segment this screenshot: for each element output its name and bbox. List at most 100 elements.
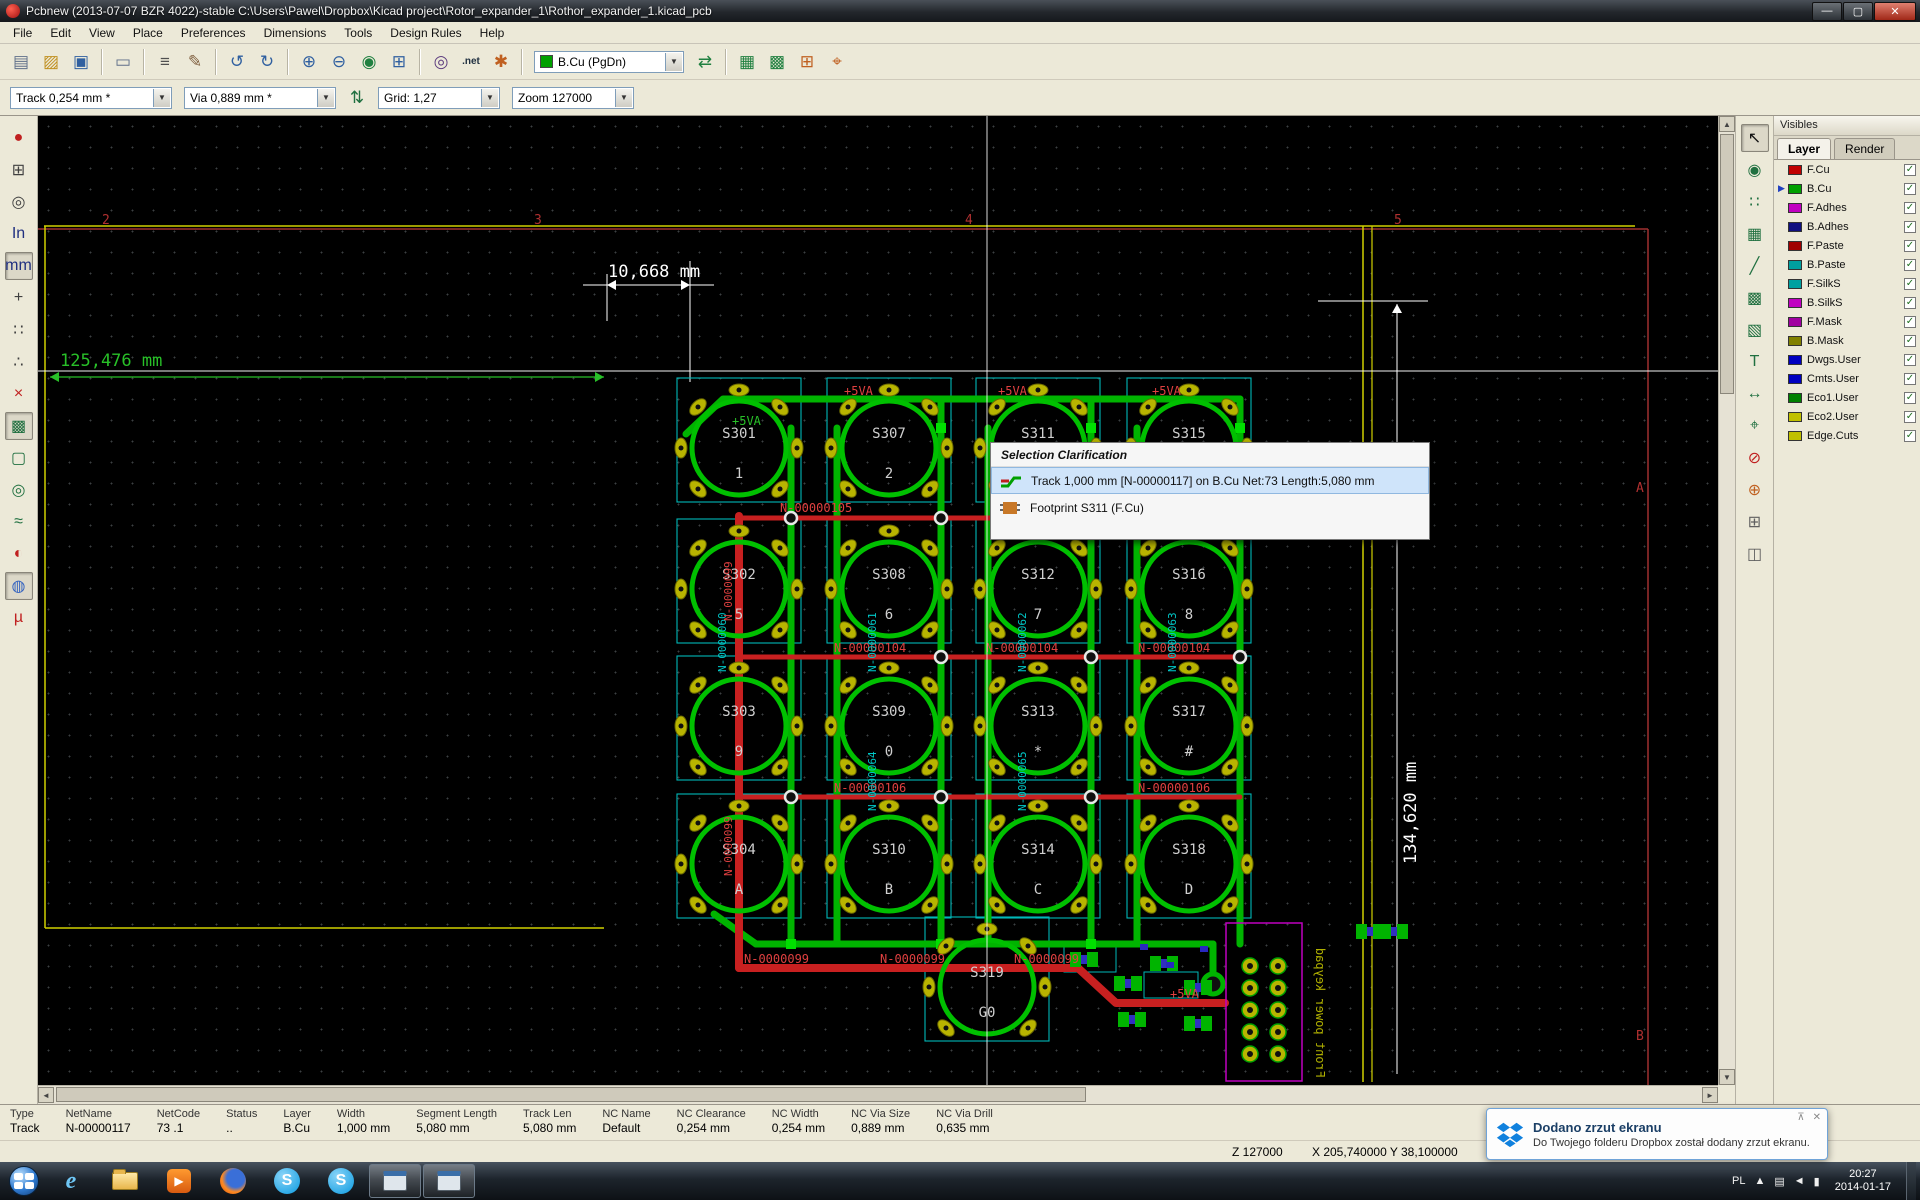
layer-color-swatch[interactable]: [1788, 431, 1802, 441]
taskbar-pcbnew[interactable]: [423, 1164, 475, 1198]
layer-row-f-silks[interactable]: F.SilkS✓: [1774, 274, 1920, 293]
zones-show-icon[interactable]: ▩: [5, 412, 33, 440]
taskbar-explorer[interactable]: [99, 1164, 151, 1198]
select-tool-icon[interactable]: ↖: [1741, 124, 1769, 152]
chevron-down-icon[interactable]: ▼: [481, 89, 498, 107]
add-module-icon[interactable]: ▦: [1741, 220, 1769, 248]
layer-color-swatch[interactable]: [1788, 355, 1802, 365]
layer-row-eco2-user[interactable]: Eco2.User✓: [1774, 407, 1920, 426]
vscroll-thumb[interactable]: [1720, 134, 1734, 394]
tray-expand-icon[interactable]: ▲: [1754, 1175, 1765, 1187]
menu-place[interactable]: Place: [124, 23, 172, 43]
highlight-net-icon[interactable]: ◉: [1741, 156, 1769, 184]
zoom-fit-icon[interactable]: ⊞: [385, 48, 413, 76]
horizontal-scrollbar[interactable]: ◄ ►: [38, 1085, 1718, 1104]
layer-visibility-checkbox[interactable]: ✓: [1904, 202, 1916, 214]
page-settings-icon[interactable]: ▭: [109, 48, 137, 76]
layer-color-swatch[interactable]: [1788, 317, 1802, 327]
layer-visibility-checkbox[interactable]: ✓: [1904, 354, 1916, 366]
cursor-shape-icon[interactable]: +: [5, 284, 33, 312]
high-contrast-icon[interactable]: ◐: [5, 540, 33, 568]
layer-visibility-checkbox[interactable]: ✓: [1904, 164, 1916, 176]
layer-color-swatch[interactable]: [1788, 374, 1802, 384]
close-button[interactable]: ✕: [1874, 2, 1916, 21]
show-desktop-button[interactable]: [1906, 1162, 1916, 1200]
clock[interactable]: 20:27 2014-01-17: [1829, 1168, 1897, 1194]
layer-row-f-mask[interactable]: F.Mask✓: [1774, 312, 1920, 331]
hscroll-thumb[interactable]: [56, 1087, 1086, 1102]
pin-icon[interactable]: ⊼: [1797, 1112, 1804, 1123]
print-icon[interactable]: ≡: [151, 48, 179, 76]
autodel-track-icon[interactable]: ×: [5, 380, 33, 408]
netlist-icon[interactable]: .net: [457, 48, 485, 76]
layer-visibility-checkbox[interactable]: ✓: [1904, 411, 1916, 423]
microwave-tools-icon[interactable]: µ: [5, 604, 33, 632]
layer-row-f-adhes[interactable]: F.Adhes✓: [1774, 198, 1920, 217]
layer-color-swatch[interactable]: [1788, 279, 1802, 289]
tab-layer[interactable]: Layer: [1777, 138, 1831, 159]
layer-visibility-checkbox[interactable]: ✓: [1904, 335, 1916, 347]
layer-visibility-checkbox[interactable]: ✓: [1904, 221, 1916, 233]
menu-design-rules[interactable]: Design Rules: [381, 23, 470, 43]
zoom-select[interactable]: Zoom 127000▼: [512, 87, 634, 109]
language-indicator[interactable]: PL: [1732, 1175, 1745, 1187]
layer-row-dwgs-user[interactable]: Dwgs.User✓: [1774, 350, 1920, 369]
maximize-button[interactable]: ▢: [1843, 2, 1873, 21]
module-mode-icon[interactable]: ▦: [733, 48, 761, 76]
layer-color-swatch[interactable]: [1788, 412, 1802, 422]
tab-render[interactable]: Render: [1834, 138, 1895, 159]
menu-view[interactable]: View: [80, 23, 124, 43]
menu-dimensions[interactable]: Dimensions: [255, 23, 336, 43]
chevron-down-icon[interactable]: ▼: [665, 53, 682, 71]
tray-network-icon[interactable]: ▮: [1814, 1175, 1820, 1188]
display-ratsnest-icon[interactable]: ∷: [1741, 188, 1769, 216]
layer-visibility-checkbox[interactable]: ✓: [1904, 259, 1916, 271]
minimize-button[interactable]: —: [1812, 2, 1842, 21]
layer-row-b-silks[interactable]: B.SilkS✓: [1774, 293, 1920, 312]
layer-visibility-checkbox[interactable]: ✓: [1904, 240, 1916, 252]
fast-grid-icon[interactable]: ⊞: [793, 48, 821, 76]
layer-pair-icon[interactable]: ⇄: [691, 48, 719, 76]
start-button[interactable]: [4, 1164, 44, 1198]
add-target-icon[interactable]: ⌖: [1741, 412, 1769, 440]
place-offset-icon[interactable]: ⊕: [1741, 476, 1769, 504]
new-board-icon[interactable]: ▤: [7, 48, 35, 76]
chevron-down-icon[interactable]: ▼: [615, 89, 632, 107]
chevron-down-icon[interactable]: ▼: [317, 89, 334, 107]
mode-footprint-icon[interactable]: ◍: [5, 572, 33, 600]
delete-tool-icon[interactable]: ⊘: [1741, 444, 1769, 472]
layer-visibility-checkbox[interactable]: ✓: [1904, 316, 1916, 328]
layer-color-swatch[interactable]: [1788, 222, 1802, 232]
add-track-icon[interactable]: ╱: [1741, 252, 1769, 280]
layer-color-swatch[interactable]: [1788, 165, 1802, 175]
layer-visibility-checkbox[interactable]: ✓: [1904, 392, 1916, 404]
taskbar-skype-1[interactable]: S: [261, 1164, 313, 1198]
layer-select[interactable]: B.Cu (PgDn)▼: [534, 51, 684, 73]
drc-off-icon[interactable]: ●: [5, 124, 33, 152]
grid-select[interactable]: Grid: 1,27▼: [378, 87, 500, 109]
add-keepout-icon[interactable]: ▧: [1741, 316, 1769, 344]
undo-icon[interactable]: ↺: [223, 48, 251, 76]
open-board-icon[interactable]: ▨: [37, 48, 65, 76]
menu-edit[interactable]: Edit: [41, 23, 80, 43]
dropbox-notification[interactable]: Dodano zrzut ekranu Do Twojego folderu D…: [1486, 1108, 1828, 1160]
via-size-select[interactable]: Via 0,889 mm *▼: [184, 87, 336, 109]
layer-color-swatch[interactable]: [1788, 393, 1802, 403]
units-inch-icon[interactable]: In: [5, 220, 33, 248]
layer-row-b-paste[interactable]: B.Paste✓: [1774, 255, 1920, 274]
local-ratsnest-icon[interactable]: ∴: [5, 348, 33, 376]
chevron-down-icon[interactable]: ▼: [153, 89, 170, 107]
close-icon[interactable]: ✕: [1813, 1112, 1821, 1123]
units-mm-icon[interactable]: mm: [5, 252, 33, 280]
add-text-icon[interactable]: T: [1741, 348, 1769, 376]
autoroute-mode-icon[interactable]: ▩: [763, 48, 791, 76]
layer-visibility-checkbox[interactable]: ✓: [1904, 430, 1916, 442]
layer-visibility-checkbox[interactable]: ✓: [1904, 297, 1916, 309]
polar-coords-icon[interactable]: ◎: [5, 188, 33, 216]
layer-row-b-mask[interactable]: B.Mask✓: [1774, 331, 1920, 350]
layer-color-swatch[interactable]: [1788, 203, 1802, 213]
layer-color-swatch[interactable]: [1788, 336, 1802, 346]
tray-display-icon[interactable]: ▤: [1774, 1175, 1784, 1188]
drc-check-icon[interactable]: ✱: [487, 48, 515, 76]
layer-visibility-checkbox[interactable]: ✓: [1904, 278, 1916, 290]
